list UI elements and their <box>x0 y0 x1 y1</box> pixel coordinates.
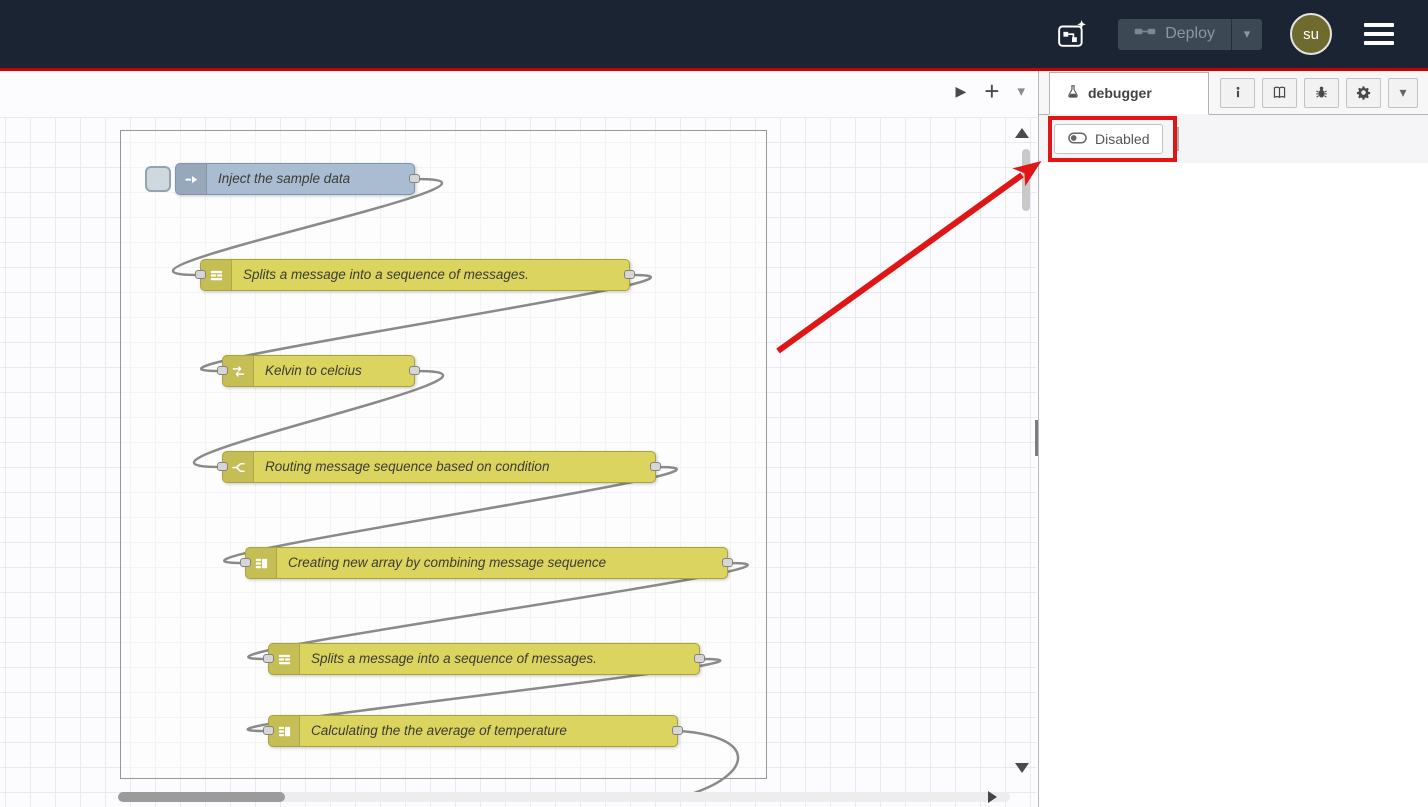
node-label: Creating new array by combining message … <box>277 548 617 578</box>
port-out[interactable] <box>722 558 733 567</box>
main-menu-icon[interactable] <box>1360 19 1398 49</box>
flow-node-join-2[interactable]: Calculating the the average of temperatu… <box>268 715 678 747</box>
header-accent-line <box>0 68 1428 71</box>
gear-icon[interactable] <box>1346 78 1381 108</box>
port-in[interactable] <box>240 558 251 567</box>
play-icon[interactable]: ▶ <box>956 83 967 100</box>
chevron-down-icon[interactable]: ▾ <box>1017 82 1025 100</box>
port-in[interactable] <box>263 726 274 735</box>
port-in[interactable] <box>217 462 228 471</box>
deploy-icon <box>1134 25 1156 43</box>
toolbar-divider <box>1177 127 1179 151</box>
debugger-toolbar: Disabled <box>1039 115 1428 164</box>
deploy-label: Deploy <box>1165 25 1215 43</box>
horizontal-scrollbar-thumb[interactable] <box>118 792 285 802</box>
canvas-toolbar: ▶ + ▾ <box>956 81 1026 101</box>
flask-icon <box>1066 84 1080 102</box>
scroll-down-icon[interactable] <box>1015 763 1029 773</box>
deploy-dropdown-caret[interactable]: ▾ <box>1231 19 1262 50</box>
right-sidebar: debugger ▾ Disabled <box>1038 71 1428 807</box>
port-out[interactable] <box>409 174 420 183</box>
port-out[interactable] <box>694 654 705 663</box>
vertical-scrollbar-thumb[interactable] <box>1022 149 1030 211</box>
port-in[interactable] <box>217 366 228 375</box>
tab-debugger[interactable]: debugger <box>1049 72 1209 115</box>
port-out[interactable] <box>672 726 683 735</box>
port-in[interactable] <box>195 270 206 279</box>
flow-node-join-1[interactable]: Creating new array by combining message … <box>245 547 728 579</box>
toggle-off-icon <box>1068 131 1087 147</box>
node-label: Calculating the the average of temperatu… <box>300 716 578 746</box>
node-label: Routing message sequence based on condit… <box>254 452 560 482</box>
sidebar-header: debugger ▾ <box>1039 71 1428 115</box>
info-icon[interactable] <box>1220 78 1255 108</box>
add-flow-icon[interactable]: + <box>984 81 999 101</box>
port-in[interactable] <box>263 654 274 663</box>
user-avatar[interactable]: su <box>1290 13 1332 55</box>
scroll-right-icon[interactable] <box>988 791 997 803</box>
flow-node-inject[interactable]: Inject the sample data <box>175 163 415 195</box>
flow-export-icon[interactable] <box>1054 18 1090 50</box>
inject-icon <box>176 164 207 194</box>
deploy-button[interactable]: Deploy ▾ <box>1118 19 1262 50</box>
flow-node-split-2[interactable]: Splits a message into a sequence of mess… <box>268 643 700 675</box>
chevron-down-icon[interactable]: ▾ <box>1388 78 1418 108</box>
node-label: Inject the sample data <box>207 164 361 194</box>
sidebar-toolbar: ▾ <box>1220 78 1418 108</box>
sidebar-scrollbar-thumb[interactable] <box>1035 420 1038 456</box>
app-header: Deploy ▾ su <box>0 0 1428 68</box>
horizontal-scrollbar[interactable] <box>118 792 1010 802</box>
bug-icon[interactable] <box>1304 78 1339 108</box>
flow-node-split-1[interactable]: Splits a message into a sequence of mess… <box>200 259 630 291</box>
debugger-panel-body <box>1039 163 1428 807</box>
node-label: Kelvin to celcius <box>254 356 373 386</box>
flow-canvas[interactable]: ▶ + ▾ Inject the sample data Splits a mes… <box>0 71 1037 807</box>
port-out[interactable] <box>624 270 635 279</box>
node-label: Splits a message into a sequence of mess… <box>232 260 540 290</box>
port-out[interactable] <box>409 366 420 375</box>
port-out[interactable] <box>650 462 661 471</box>
tab-debugger-label: debugger <box>1088 85 1152 101</box>
flow-node-function-1[interactable]: Kelvin to celcius <box>222 355 415 387</box>
scroll-up-icon[interactable] <box>1015 128 1029 138</box>
inject-button[interactable] <box>145 166 171 192</box>
book-icon[interactable] <box>1262 78 1297 108</box>
debugger-disabled-toggle[interactable]: Disabled <box>1054 124 1163 154</box>
disabled-label: Disabled <box>1095 131 1149 147</box>
node-label: Splits a message into a sequence of mess… <box>300 644 608 674</box>
flow-node-switch-1[interactable]: Routing message sequence based on condit… <box>222 451 656 483</box>
